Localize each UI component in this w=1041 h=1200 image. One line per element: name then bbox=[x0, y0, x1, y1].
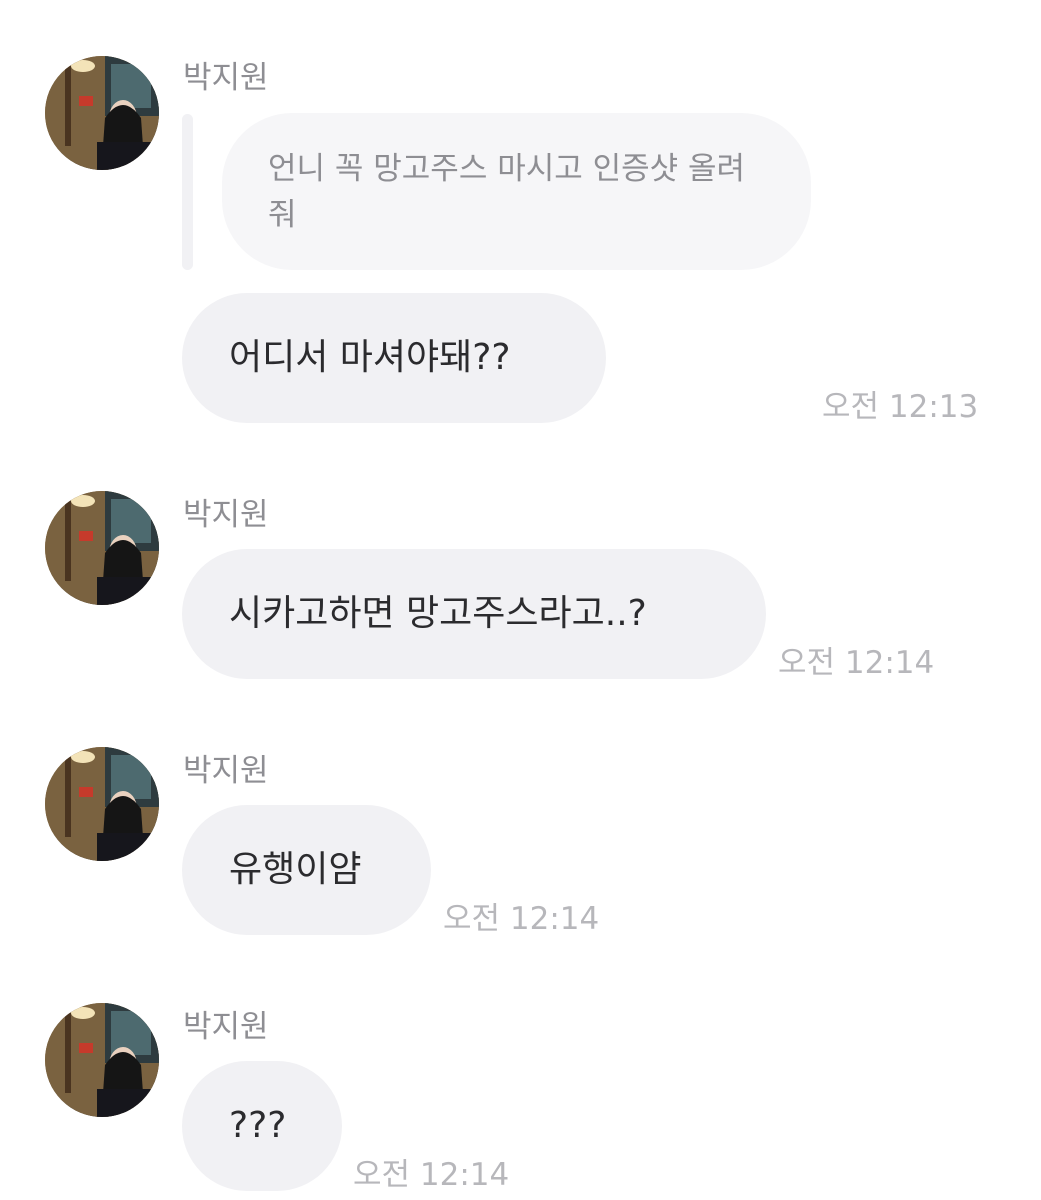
message-bubble[interactable]: 유행이얌 bbox=[182, 805, 431, 935]
message-text: 시카고하면 망고주스라고..? bbox=[229, 593, 647, 634]
message-text: 어디서 마셔야돼?? bbox=[229, 337, 511, 378]
sender-name: 박지원 bbox=[183, 1009, 269, 1045]
sender-name: 박지원 bbox=[183, 753, 269, 789]
profile-photo-icon bbox=[45, 491, 159, 605]
message-time: 오전 12:14 bbox=[443, 901, 600, 937]
sender-name: 박지원 bbox=[183, 497, 269, 533]
message-bubble[interactable]: ??? bbox=[182, 1061, 342, 1191]
message-bubble[interactable]: 어디서 마셔야돼?? bbox=[182, 293, 606, 423]
reply-quote-text: 언니 꼭 망고주스 마시고 인증샷 올려줘 bbox=[268, 151, 746, 233]
sender-name: 박지원 bbox=[183, 60, 269, 96]
profile-photo-icon bbox=[45, 56, 159, 170]
message-time: 오전 12:13 bbox=[822, 389, 979, 425]
avatar[interactable] bbox=[45, 747, 159, 861]
avatar[interactable] bbox=[45, 491, 159, 605]
message-time: 오전 12:14 bbox=[353, 1157, 510, 1193]
message-text: ??? bbox=[229, 1105, 287, 1146]
avatar[interactable] bbox=[45, 1003, 159, 1117]
reply-quote-bubble[interactable]: 언니 꼭 망고주스 마시고 인증샷 올려줘 bbox=[222, 113, 811, 270]
avatar[interactable] bbox=[45, 56, 159, 170]
message-time: 오전 12:14 bbox=[778, 645, 935, 681]
reply-indicator-bar bbox=[182, 114, 193, 270]
profile-photo-icon bbox=[45, 1003, 159, 1117]
message-text: 유행이얌 bbox=[229, 849, 362, 890]
message-bubble[interactable]: 시카고하면 망고주스라고..? bbox=[182, 549, 766, 679]
profile-photo-icon bbox=[45, 747, 159, 861]
